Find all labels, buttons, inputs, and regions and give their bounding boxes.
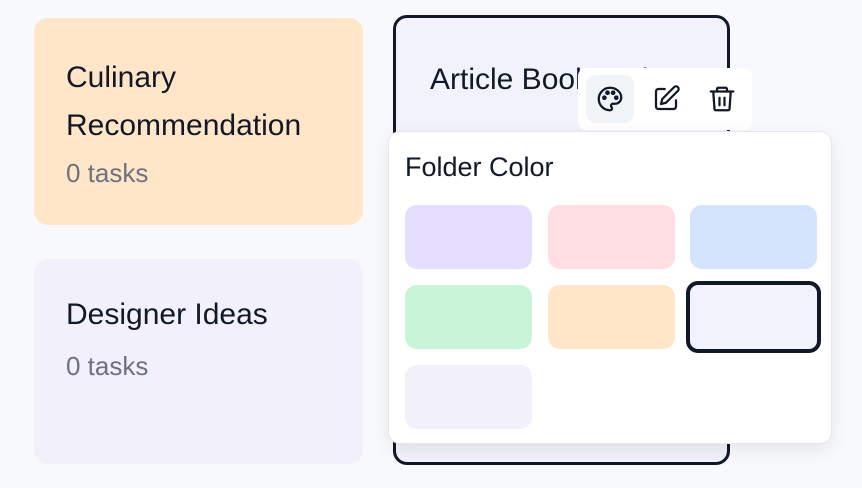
folder-task-count: 0 tasks: [66, 158, 149, 188]
color-swatch[interactable]: [405, 285, 532, 349]
color-swatch[interactable]: [405, 205, 532, 269]
folder-card-designer[interactable]: Designer Ideas 0 tasks: [34, 259, 363, 464]
color-swatch[interactable]: [548, 205, 675, 269]
edit-icon: [654, 85, 680, 111]
color-button[interactable]: [586, 75, 634, 123]
folder-actions-toolbar: [578, 68, 752, 130]
folder-title: Designer Ideas: [66, 298, 268, 331]
delete-button[interactable]: [698, 75, 746, 123]
panel-title: Folder Color: [405, 152, 554, 182]
folder-title: Culinary Recommendation: [66, 61, 302, 142]
color-swatch-selected[interactable]: [686, 281, 821, 353]
color-swatch[interactable]: [548, 285, 675, 349]
folder-color-panel: Folder Color: [388, 131, 832, 444]
folder-card-culinary[interactable]: Culinary Recommendation 0 tasks: [34, 18, 363, 225]
color-swatch[interactable]: [690, 205, 817, 269]
color-swatch[interactable]: [405, 365, 532, 429]
folder-board: Culinary Recommendation 0 tasks Article …: [0, 0, 862, 488]
palette-icon: [597, 86, 623, 112]
trash-icon: [709, 86, 735, 112]
edit-button[interactable]: [642, 75, 690, 123]
folder-task-count: 0 tasks: [66, 351, 149, 381]
